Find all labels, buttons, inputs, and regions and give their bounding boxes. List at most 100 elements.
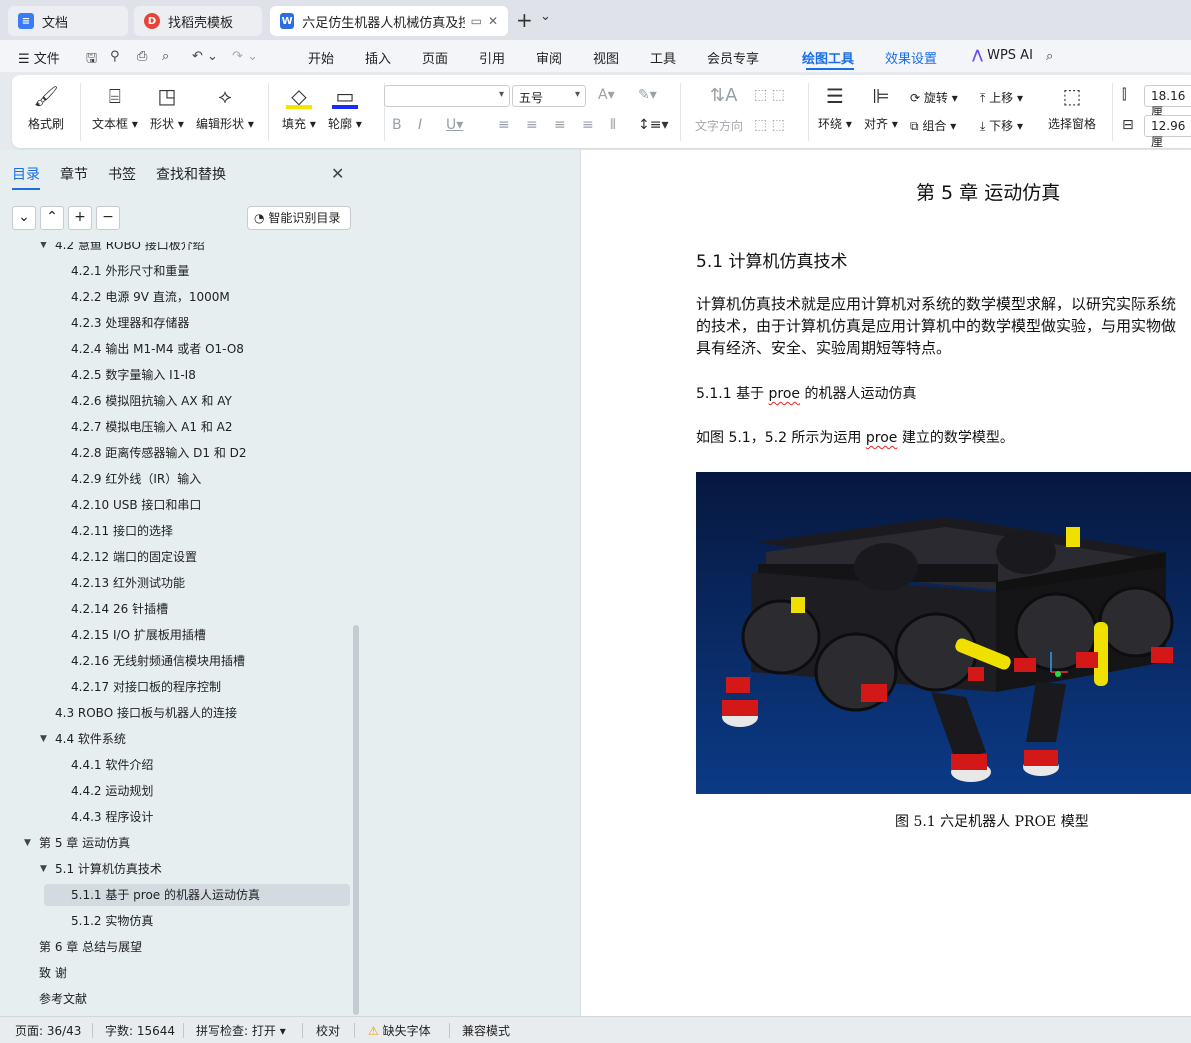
add-heading-button[interactable]: + — [68, 206, 92, 230]
shape-width-field[interactable]: 12.96厘 — [1144, 115, 1191, 149]
collapse-all-button[interactable]: ⌄ — [12, 206, 36, 230]
close-icon[interactable]: ✕ — [488, 14, 498, 28]
line-spacing-icon[interactable]: ↕≡▾ — [638, 117, 669, 133]
toc-item[interactable]: 4.2.1 外形尺寸和重量 — [0, 260, 350, 282]
toc-item[interactable]: 4.2.4 输出 M1-M4 或者 O1-O8 — [0, 338, 350, 360]
move-up-button[interactable]: ⌃ — [40, 206, 64, 230]
toc-item[interactable]: 4.4.1 软件介绍 — [0, 754, 350, 776]
save-icon[interactable]: 🖫 — [86, 49, 97, 71]
search-icon[interactable]: ⌕ — [1046, 49, 1053, 64]
menu-drawing-tools[interactable]: 绘图工具 — [802, 48, 854, 67]
align-center-icon[interactable]: ≡ — [526, 117, 538, 133]
text-box-break-icon[interactable]: ⬚ ⬚ — [754, 117, 785, 133]
smart-toc-button[interactable]: ◔ 智能识别目录 — [247, 206, 351, 230]
shape-button[interactable]: ◳ 形状 ▾ — [150, 83, 184, 132]
toc-item[interactable]: 4.2.17 对接口板的程序控制 — [0, 676, 350, 698]
menu-review[interactable]: 审阅 — [536, 48, 562, 67]
textbox-button[interactable]: ⌸ 文本框 ▾ — [92, 83, 138, 132]
italic-icon[interactable]: I — [418, 117, 422, 133]
toc-item[interactable]: 4.2 慧鱼 ROBO 接口板介绍 ▼ — [0, 242, 350, 256]
toc-item[interactable]: 4.4 软件系统 ▼ — [0, 728, 350, 750]
word-count[interactable]: 字数: 15644 — [105, 1022, 175, 1039]
toc-item[interactable]: 4.2.8 距离传感器输入 D1 和 D2 — [0, 442, 350, 464]
wps-ai-button[interactable]: ⋀ WPS AI — [972, 48, 1033, 63]
toc-item[interactable]: 4.2.3 处理器和存储器 — [0, 312, 350, 334]
menu-page[interactable]: 页面 — [422, 48, 448, 67]
toc-scrollbar[interactable] — [353, 625, 359, 1015]
spell-check-toggle[interactable]: 拼写检查: 打开 ▾ — [196, 1022, 286, 1039]
menu-effects[interactable]: 效果设置 — [885, 48, 937, 67]
toc-item[interactable]: 5.1.1 基于 proe 的机器人运动仿真 — [44, 884, 350, 906]
expand-caret-icon[interactable]: ▼ — [24, 832, 31, 854]
underline-icon[interactable]: U▾ — [446, 117, 463, 133]
align-button[interactable]: ⊫ 对齐 ▾ — [864, 83, 898, 132]
new-tab-button[interactable]: + — [516, 8, 533, 32]
tab-docer-templates[interactable]: D 找稻壳模板 — [134, 6, 262, 36]
document-page[interactable]: 第 5 章 运动仿真 5.1 计算机仿真技术 计算机仿真技术就是应用计算机对系统… — [580, 150, 1191, 1016]
screen-icon[interactable]: ▭ — [471, 14, 482, 28]
toc-item[interactable]: 4.2.9 红外线（IR）输入 — [0, 468, 350, 490]
expand-caret-icon[interactable]: ▼ — [40, 728, 47, 750]
font-color-icon[interactable]: A▾ — [598, 87, 615, 103]
expand-caret-icon[interactable]: ▼ — [40, 858, 47, 880]
toc-item[interactable]: 4.2.16 无线射频通信模块用插槽 — [0, 650, 350, 672]
proofread-button[interactable]: 校对 — [316, 1022, 340, 1039]
group-button[interactable]: ⧉ 组合 ▾ — [910, 117, 956, 134]
menu-tools[interactable]: 工具 — [650, 48, 676, 67]
close-icon[interactable]: ✕ — [331, 164, 344, 183]
format-painter-button[interactable]: 🖌 格式刷 — [28, 83, 64, 132]
selection-pane-button[interactable]: ⬚ 选择窗格 — [1048, 83, 1096, 132]
tab-chapters[interactable]: 章节 — [60, 164, 88, 184]
menu-home[interactable]: 开始 — [308, 48, 334, 67]
toc-item[interactable]: 4.2.10 USB 接口和串口 — [0, 494, 350, 516]
toc-item[interactable]: 5.1.2 实物仿真 — [0, 910, 350, 932]
rotate-button[interactable]: ⟳ 旋转 ▾ — [910, 89, 958, 106]
redo-icon[interactable]: ↷ ⌄ — [232, 49, 258, 64]
toc-item[interactable]: 5.1 计算机仿真技术 ▼ — [0, 858, 350, 880]
tab-docs[interactable]: ≡ 文档 — [8, 6, 128, 36]
toc-item[interactable]: 参考文献 — [0, 988, 350, 1010]
toc-item[interactable]: 第 6 章 总结与展望 — [0, 936, 350, 958]
page-count[interactable]: 页面: 36/43 — [15, 1022, 81, 1039]
text-direction-icon[interactable]: ⇅A — [710, 85, 737, 106]
menu-insert[interactable]: 插入 — [365, 48, 391, 67]
toc-item[interactable]: 4.2.11 接口的选择 — [0, 520, 350, 542]
toc-item[interactable]: 4.2.5 数字量输入 I1-I8 — [0, 364, 350, 386]
toc-item[interactable]: 致 谢 — [0, 962, 350, 984]
send-backward-button[interactable]: ⤓ 下移 ▾ — [980, 117, 1023, 134]
robot-model-figure[interactable] — [696, 472, 1191, 794]
print-preview-icon[interactable]: ⌕ — [162, 49, 169, 64]
bring-forward-button[interactable]: ⤒ 上移 ▾ — [980, 89, 1023, 106]
toc-item[interactable]: 4.3 ROBO 接口板与机器人的连接 — [0, 702, 350, 724]
font-name-select[interactable]: ▾ — [384, 85, 510, 107]
toc-item[interactable]: 4.2.6 模拟阻抗输入 AX 和 AY — [0, 390, 350, 412]
align-right-icon[interactable]: ≡ — [554, 117, 566, 133]
expand-caret-icon[interactable]: ▼ — [40, 242, 47, 256]
spelling-error-word[interactable]: proe — [769, 386, 801, 402]
toc-item[interactable]: 4.2.13 红外测试功能 — [0, 572, 350, 594]
toc-item[interactable]: 4.4.3 程序设计 — [0, 806, 350, 828]
toc-item[interactable]: 4.2.14 26 针插槽 — [0, 598, 350, 620]
edit-shape-button[interactable]: ⟡ 编辑形状 ▾ — [196, 83, 254, 132]
font-size-select[interactable]: 五号 ▾ — [512, 85, 586, 107]
align-left-icon[interactable]: ≡ — [498, 117, 510, 133]
toc-item[interactable]: 4.2.2 电源 9V 直流，1000M — [0, 286, 350, 308]
toc-item[interactable]: 4.2.7 模拟电压输入 A1 和 A2 — [0, 416, 350, 438]
tab-list-chevron-icon[interactable]: ⌄ — [540, 9, 551, 24]
missing-font-button[interactable]: ⚠ 缺失字体 — [368, 1022, 431, 1039]
link-icon[interactable]: ⚲ — [110, 49, 120, 64]
print-icon[interactable]: ⎙ — [137, 49, 147, 64]
highlight-icon[interactable]: ✎▾ — [638, 87, 657, 103]
text-box-link-icon[interactable]: ⬚ ⬚ — [754, 87, 785, 103]
menu-view[interactable]: 视图 — [593, 48, 619, 67]
fill-button[interactable]: ◇ 填充 ▾ — [282, 83, 316, 132]
distribute-icon[interactable]: ⫴ — [610, 117, 616, 133]
toc-item[interactable]: 4.2.12 端口的固定设置 — [0, 546, 350, 568]
justify-icon[interactable]: ≡ — [582, 117, 594, 133]
undo-icon[interactable]: ↶ ⌄ — [192, 49, 218, 64]
spelling-error-word[interactable]: proe — [866, 430, 898, 446]
bold-icon[interactable]: B — [392, 117, 402, 133]
menu-member[interactable]: 会员专享 — [707, 48, 759, 67]
remove-heading-button[interactable]: − — [96, 206, 120, 230]
outline-button[interactable]: ▭ 轮廓 ▾ — [328, 83, 362, 132]
